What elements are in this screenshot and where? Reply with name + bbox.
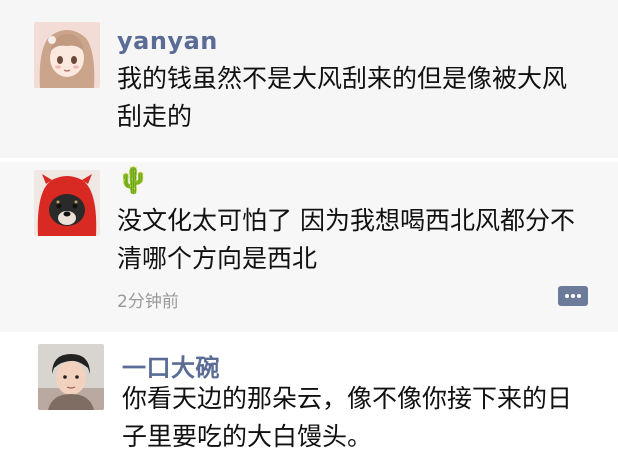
comment-item-yikoudawan: 一口大碗 你看天边的那朵云，像不像你接下来的日 子里要吃的大白馒头。: [0, 336, 618, 468]
comment-username[interactable]: 一口大碗: [122, 348, 220, 383]
comment-text-line-1: 我的钱虽然不是大风刮来的但是像被大风: [117, 64, 568, 93]
comment-item-cactus: 🌵 没文化太可怕了 因为我想喝西北风都分不 清哪个方向是西北 2分钟前: [0, 162, 618, 332]
comment-username-emoji[interactable]: 🌵: [117, 166, 150, 196]
comment-timestamp: 2分钟前: [117, 292, 179, 312]
child-photo-avatar-icon[interactable]: [38, 344, 104, 410]
comment-item-yanyan: yanyan 我的钱虽然不是大风刮来的但是像被大风 刮走的: [0, 0, 618, 158]
comment-text-line-2: 子里要吃的大白馒头。: [122, 422, 373, 451]
comment-text-line-2: 清哪个方向是西北: [117, 244, 318, 273]
comment-text-line-1: 你看天边的那朵云，像不像你接下来的日: [122, 384, 573, 413]
anime-girl-avatar-icon[interactable]: [34, 22, 100, 88]
dog-in-red-costume-avatar-icon[interactable]: [34, 170, 100, 236]
comment-bubble-icon[interactable]: [558, 286, 588, 306]
comment-text-line-2: 刮走的: [117, 102, 193, 131]
comment-text-line-1: 没文化太可怕了 因为我想喝西北风都分不: [117, 206, 575, 235]
comment-username[interactable]: yanyan: [117, 27, 218, 55]
